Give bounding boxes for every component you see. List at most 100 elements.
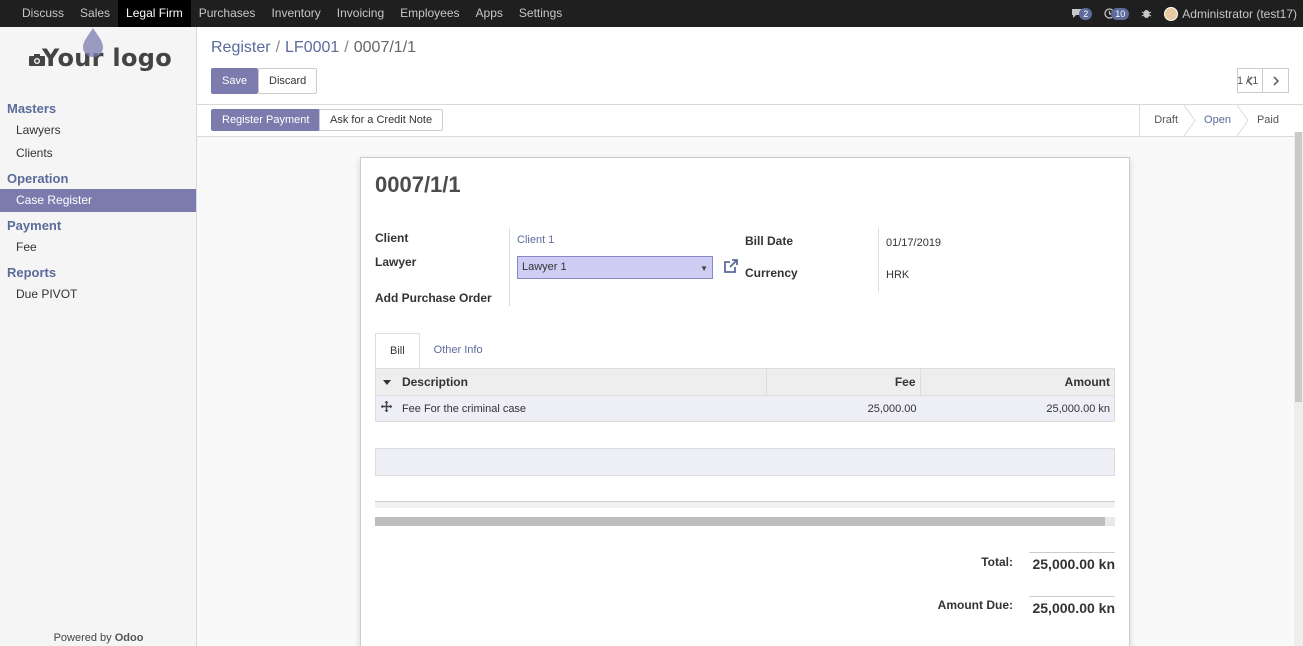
purchase-order-label: Add Purchase Order <box>375 291 492 305</box>
section-reports: Reports <box>7 265 57 280</box>
powered-by-text: Powered by <box>53 632 112 644</box>
menu-employees[interactable]: Employees <box>392 0 467 27</box>
column-amount[interactable]: Amount <box>921 369 1114 395</box>
user-name: Administrator (test17) <box>1182 6 1297 21</box>
record-title: 0007/1/1 <box>375 172 461 197</box>
activities-button[interactable]: 10 <box>1104 7 1130 20</box>
logo-text: Your logo <box>41 44 173 72</box>
main-content: Register / LF0001 / 0007/1/1 Save Discar… <box>197 27 1303 646</box>
messages-button[interactable]: 2 <box>1071 7 1093 20</box>
systray: 2 10 Administrator (test17) <box>1071 0 1303 27</box>
save-button[interactable]: Save <box>211 68 259 94</box>
pager-next-button[interactable] <box>1263 68 1289 93</box>
bill-date-label: Bill Date <box>745 234 794 248</box>
form-sheet: 0007/1/1 Client Lawyer Add Purchase Orde… <box>360 157 1130 646</box>
menu-legal-firm[interactable]: Legal Firm <box>118 0 191 27</box>
sidebar-item-lawyers[interactable]: Lawyers <box>0 119 196 142</box>
bug-icon <box>1142 10 1152 18</box>
invoice-lines-table: Description Fee Amount Fee For the crimi… <box>375 368 1115 526</box>
breadcrumb-current: 0007/1/1 <box>353 39 417 56</box>
sidebar-item-fee[interactable]: Fee <box>0 236 196 259</box>
stage-draft-label: Draft <box>1154 114 1179 126</box>
section-operation: Operation <box>7 171 69 186</box>
menu-sales[interactable]: Sales <box>72 0 118 27</box>
menu-settings[interactable]: Settings <box>511 0 570 27</box>
company-logo: Your logo <box>0 27 196 89</box>
powered-by[interactable]: Powered by Odoo <box>0 632 197 644</box>
lawyer-label: Lawyer <box>375 255 417 269</box>
column-description[interactable]: Description <box>398 369 767 395</box>
debug-button[interactable] <box>1141 8 1152 19</box>
line-description: Fee For the criminal case <box>401 403 527 415</box>
stage-arrow-icon <box>1184 105 1196 136</box>
table-footer <box>375 501 1115 508</box>
pager-value[interactable]: 1 / 1 <box>1237 75 1258 87</box>
drag-handle-icon[interactable] <box>376 396 398 421</box>
menu-purchases[interactable]: Purchases <box>191 0 264 27</box>
status-stages: Draft Open Paid <box>1139 105 1291 136</box>
lawyer-select[interactable]: Lawyer 1 ▼ <box>517 256 713 279</box>
caret-down-icon <box>382 380 391 385</box>
line-fee: 25,000.00 <box>867 403 917 415</box>
column-toggle[interactable] <box>376 369 398 395</box>
stage-open-label: Open <box>1204 114 1231 126</box>
top-menu: Discuss Sales Legal Firm Purchases Inven… <box>0 0 570 27</box>
control-panel: Register / LF0001 / 0007/1/1 Save Discar… <box>197 27 1303 105</box>
discard-button[interactable]: Discard <box>258 68 318 94</box>
tab-other-info[interactable]: Other Info <box>420 333 497 369</box>
top-navbar: Discuss Sales Legal Firm Purchases Inven… <box>0 0 1303 27</box>
amount-due-value: 25,000.00 kn <box>1029 596 1115 616</box>
stage-paid[interactable]: Paid <box>1243 105 1291 136</box>
scrollbar[interactable] <box>1294 132 1303 646</box>
table-header: Description Fee Amount <box>375 368 1115 396</box>
pager: 1 / 1 <box>1237 68 1289 93</box>
field-divider <box>878 228 879 292</box>
stage-arrow-icon <box>1236 105 1249 136</box>
section-masters: Masters <box>7 101 57 116</box>
menu-discuss[interactable]: Discuss <box>14 0 72 27</box>
amount-due-label: Amount Due: <box>937 598 1013 612</box>
status-bar: Register Payment Ask for a Credit Note D… <box>197 105 1303 137</box>
total-label: Total: <box>981 555 1013 569</box>
register-payment-button[interactable]: Register Payment <box>211 109 321 131</box>
drop-icon <box>83 28 103 57</box>
lawyer-value: Lawyer 1 <box>522 261 567 273</box>
add-line-row[interactable] <box>375 448 1115 476</box>
table-row[interactable]: Fee For the criminal case 25,000.00 25,0… <box>375 396 1115 422</box>
user-menu[interactable]: Administrator (test17) <box>1164 6 1297 21</box>
menu-inventory[interactable]: Inventory <box>263 0 328 27</box>
messages-count: 2 <box>1079 7 1093 20</box>
client-label: Client <box>375 231 409 245</box>
table-horizontal-scrollbar[interactable] <box>375 517 1115 526</box>
menu-invoicing[interactable]: Invoicing <box>329 0 392 27</box>
tab-bill[interactable]: Bill <box>375 333 420 369</box>
breadcrumb-register[interactable]: Register <box>211 39 271 57</box>
menu-apps[interactable]: Apps <box>468 0 511 27</box>
stage-open[interactable]: Open <box>1190 105 1249 136</box>
sidebar-item-clients[interactable]: Clients <box>0 142 196 165</box>
stage-draft[interactable]: Draft <box>1140 105 1196 136</box>
currency-label: Currency <box>745 266 798 280</box>
client-field[interactable]: Client 1 <box>517 234 554 246</box>
column-fee[interactable]: Fee <box>767 369 921 395</box>
total-value: 25,000.00 kn <box>1029 552 1115 572</box>
sidebar-item-case-register[interactable]: Case Register <box>0 189 196 212</box>
camera-icon <box>29 54 45 66</box>
scrollbar-thumb[interactable] <box>1295 132 1302 402</box>
bill-date-value[interactable]: 01/17/2019 <box>886 237 941 249</box>
powered-by-brand: Odoo <box>114 632 144 644</box>
breadcrumb: Register / LF0001 / 0007/1/1 <box>211 39 416 57</box>
chevron-right-icon <box>1272 75 1279 86</box>
breadcrumb-lf0001[interactable]: LF0001 <box>285 39 339 57</box>
sidebar: Your logo Masters Lawyers Clients Operat… <box>0 27 197 646</box>
credit-note-button[interactable]: Ask for a Credit Note <box>319 109 444 131</box>
section-payment: Payment <box>7 218 62 233</box>
line-amount: 25,000.00 kn <box>1046 403 1110 415</box>
external-link-icon[interactable] <box>723 258 739 274</box>
currency-value[interactable]: HRK <box>886 269 909 281</box>
sidebar-item-due-pivot[interactable]: Due PIVOT <box>0 283 196 306</box>
notebook-tabs: Bill Other Info <box>375 333 1115 369</box>
field-divider <box>509 228 510 306</box>
stage-paid-label: Paid <box>1256 114 1279 126</box>
caret-down-icon: ▼ <box>700 264 708 273</box>
